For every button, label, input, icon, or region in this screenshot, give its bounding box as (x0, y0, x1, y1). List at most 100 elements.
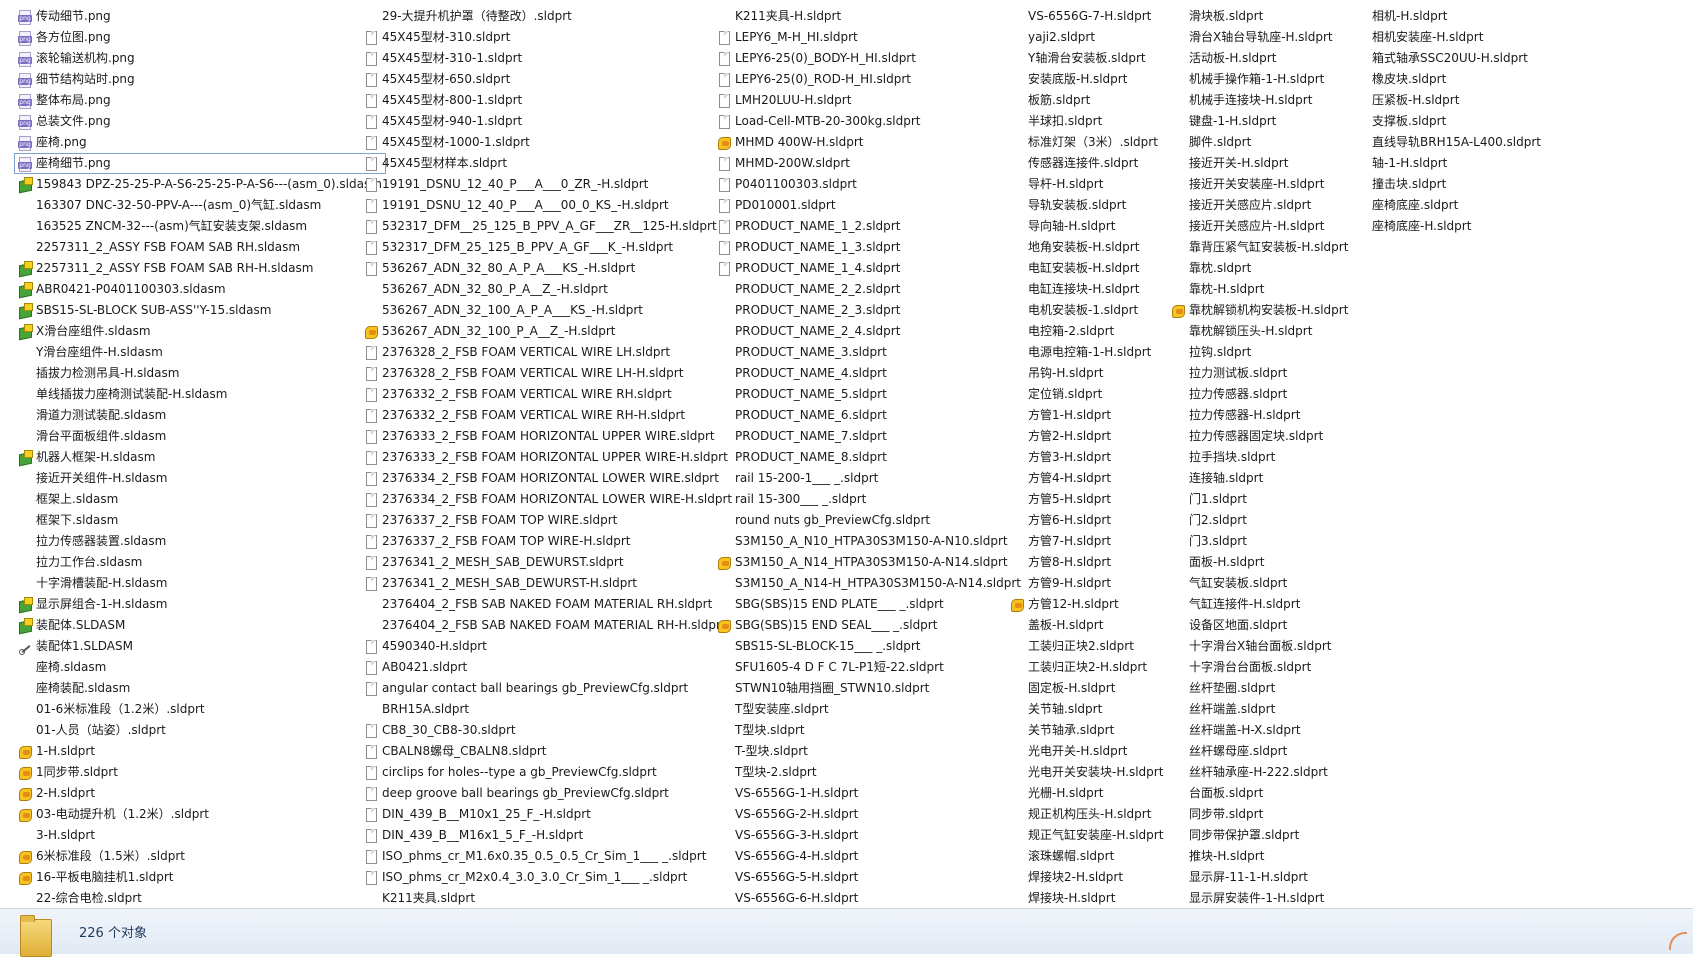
file-item[interactable]: 2257311_2_ASSY FSB FOAM SAB RH-H.sldasm (14, 258, 386, 279)
file-item[interactable]: LEPY6-25(0)_BODY-H_HI.sldprt (713, 48, 1025, 69)
file-item[interactable]: 靠背压紧气缸安装板-H.sldprt (1167, 237, 1352, 258)
file-item[interactable]: K211夹具-H.sldprt (713, 6, 1025, 27)
file-item[interactable]: 相机-H.sldprt (1350, 6, 1545, 27)
file-item[interactable]: VS-6556G-4-H.sldprt (713, 846, 1025, 867)
file-item[interactable]: 撞击块.sldprt (1350, 174, 1545, 195)
file-item[interactable]: PRODUCT_NAME_7.sldprt (713, 426, 1025, 447)
file-item[interactable]: 支撑板.sldprt (1350, 111, 1545, 132)
file-item[interactable]: 框架下.sldasm (14, 510, 386, 531)
file-item[interactable]: CBALN8螺母_CBALN8.sldprt (360, 741, 736, 762)
file-item[interactable]: 十字滑台台面板.sldprt (1167, 657, 1352, 678)
file-item[interactable]: T型安装座.sldprt (713, 699, 1025, 720)
file-item[interactable]: 滚珠螺帽.sldprt (1006, 846, 1167, 867)
file-item[interactable]: 拉力工作台.sldasm (14, 552, 386, 573)
file-item[interactable]: 方管5-H.sldprt (1006, 489, 1167, 510)
file-item[interactable]: 座椅装配.sldasm (14, 678, 386, 699)
file-item[interactable]: 气缸连接件-H.sldprt (1167, 594, 1352, 615)
file-item[interactable]: 台面板.sldprt (1167, 783, 1352, 804)
file-item[interactable]: 半球扣.sldprt (1006, 111, 1167, 132)
file-item[interactable]: 2-H.sldprt (14, 783, 386, 804)
file-item[interactable]: 规正机构压头-H.sldprt (1006, 804, 1167, 825)
file-item[interactable]: VS-6556G-1-H.sldprt (713, 783, 1025, 804)
file-item[interactable]: 拉力传感器固定块.sldprt (1167, 426, 1352, 447)
file-item[interactable]: 方管2-H.sldprt (1006, 426, 1167, 447)
file-item[interactable]: 光栅-H.sldprt (1006, 783, 1167, 804)
file-item[interactable]: 接近开关感应片-H.sldprt (1167, 216, 1352, 237)
file-item[interactable]: 设备区地面.sldprt (1167, 615, 1352, 636)
file-item[interactable]: 门3.sldprt (1167, 531, 1352, 552)
file-item[interactable]: 关节轴.sldprt (1006, 699, 1167, 720)
file-item[interactable]: 同步带.sldprt (1167, 804, 1352, 825)
file-item[interactable]: 机器人框架-H.sldasm (14, 447, 386, 468)
file-item[interactable]: 显示屏-11-1-H.sldprt (1167, 867, 1352, 888)
file-item[interactable]: 536267_ADN_32_80_A_P_A___KS_-H.sldprt (360, 258, 736, 279)
file-item[interactable]: 同步带保护罩.sldprt (1167, 825, 1352, 846)
file-item[interactable]: 拉钩.sldprt (1167, 342, 1352, 363)
file-item[interactable]: 十字滑槽装配-H.sldasm (14, 573, 386, 594)
file-item[interactable]: PRODUCT_NAME_1_4.sldprt (713, 258, 1025, 279)
file-item[interactable]: 2257311_2_ASSY FSB FOAM SAB RH.sldasm (14, 237, 386, 258)
file-item[interactable]: 2376332_2_FSB FOAM VERTICAL WIRE RH-H.sl… (360, 405, 736, 426)
file-item[interactable]: 拉力传感器-H.sldprt (1167, 405, 1352, 426)
file-item[interactable]: 拉手挡块.sldprt (1167, 447, 1352, 468)
file-item[interactable]: 2376334_2_FSB FOAM HORIZONTAL LOWER WIRE… (360, 468, 736, 489)
file-item[interactable]: AB0421.sldprt (360, 657, 736, 678)
file-item[interactable]: 电控箱-2.sldprt (1006, 321, 1167, 342)
file-item[interactable]: angular contact ball bearings gb_Preview… (360, 678, 736, 699)
file-item[interactable]: rail 15-200-1___ _.sldprt (713, 468, 1025, 489)
file-item[interactable]: 装配体.SLDASM (14, 615, 386, 636)
file-item[interactable]: 2376332_2_FSB FOAM VERTICAL WIRE RH.sldp… (360, 384, 736, 405)
file-item[interactable]: 插拔力检测吊具-H.sldasm (14, 363, 386, 384)
file-item[interactable]: 地角安装板-H.sldprt (1006, 237, 1167, 258)
file-item[interactable]: 光电开关-H.sldprt (1006, 741, 1167, 762)
file-item[interactable]: 工装归正块2-H.sldprt (1006, 657, 1167, 678)
file-item[interactable]: 靠枕解锁压头-H.sldprt (1167, 321, 1352, 342)
file-item[interactable]: LEPY6_M-H_HI.sldprt (713, 27, 1025, 48)
file-item[interactable]: PRODUCT_NAME_1_2.sldprt (713, 216, 1025, 237)
file-item[interactable]: PRODUCT_NAME_5.sldprt (713, 384, 1025, 405)
file-item[interactable]: 机械手操作箱-1-H.sldprt (1167, 69, 1352, 90)
file-item[interactable]: 轴-1-H.sldprt (1350, 153, 1545, 174)
file-item[interactable]: DIN_439_B__M16x1_5_F_-H.sldprt (360, 825, 736, 846)
file-item[interactable]: K211夹具.sldprt (360, 888, 736, 908)
file-item[interactable]: Y滑台座组件-H.sldasm (14, 342, 386, 363)
file-item[interactable]: 1-H.sldprt (14, 741, 386, 762)
file-item[interactable]: SBG(SBS)15 END PLATE___ _.sldprt (713, 594, 1025, 615)
file-item[interactable]: MHMD-200W.sldprt (713, 153, 1025, 174)
file-item[interactable]: 吊钩-H.sldprt (1006, 363, 1167, 384)
file-item[interactable]: 536267_ADN_32_100_P_A__Z_-H.sldprt (360, 321, 736, 342)
file-item[interactable]: 靠枕-H.sldprt (1167, 279, 1352, 300)
file-item[interactable]: 4590340-H.sldprt (360, 636, 736, 657)
file-item[interactable]: 脚件.sldprt (1167, 132, 1352, 153)
file-item[interactable]: 滑台X轴台导轨座-H.sldprt (1167, 27, 1352, 48)
file-item[interactable]: 规正气缸安装座-H.sldprt (1006, 825, 1167, 846)
file-item[interactable]: PRODUCT_NAME_1_3.sldprt (713, 237, 1025, 258)
file-item[interactable]: 45X45型材-650.sldprt (360, 69, 736, 90)
file-item[interactable]: ISO_phms_cr_M1.6x0.35_0.5_0.5_Cr_Sim_1__… (360, 846, 736, 867)
file-item[interactable]: ABR0421-P0401100303.sldasm (14, 279, 386, 300)
file-item[interactable]: PRODUCT_NAME_8.sldprt (713, 447, 1025, 468)
file-item[interactable]: 2376333_2_FSB FOAM HORIZONTAL UPPER WIRE… (360, 426, 736, 447)
file-item[interactable]: 2376404_2_FSB SAB NAKED FOAM MATERIAL RH… (360, 615, 736, 636)
file-item[interactable]: 滑块板.sldprt (1167, 6, 1352, 27)
file-item[interactable]: 靠枕解锁机构安装板-H.sldprt (1167, 300, 1352, 321)
file-item[interactable]: 焊接块-H.sldprt (1006, 888, 1167, 908)
file-item[interactable]: STWN10轴用挡圈_STWN10.sldprt (713, 678, 1025, 699)
file-item[interactable]: 推块-H.sldprt (1167, 846, 1352, 867)
file-item[interactable]: yaji2.sldprt (1006, 27, 1167, 48)
file-item[interactable]: 2376337_2_FSB FOAM TOP WIRE-H.sldprt (360, 531, 736, 552)
file-item[interactable]: 机械手连接块-H.sldprt (1167, 90, 1352, 111)
file-item[interactable]: 导向轴-H.sldprt (1006, 216, 1167, 237)
file-item[interactable]: 拉力传感器.sldprt (1167, 384, 1352, 405)
file-item[interactable]: VS-6556G-5-H.sldprt (713, 867, 1025, 888)
file-item[interactable]: 座椅.sldasm (14, 657, 386, 678)
file-item[interactable]: 2376341_2_MESH_SAB_DEWURST-H.sldprt (360, 573, 736, 594)
file-item[interactable]: 接近开关-H.sldprt (1167, 153, 1352, 174)
file-item[interactable]: 细节结构站时.png (14, 69, 386, 90)
file-item[interactable]: 22-综合电检.sldprt (14, 888, 386, 908)
file-item[interactable]: ISO_phms_cr_M2x0.4_3.0_3.0_Cr_Sim_1___ _… (360, 867, 736, 888)
file-item[interactable]: T型块-2.sldprt (713, 762, 1025, 783)
file-item[interactable]: 电源电控箱-1-H.sldprt (1006, 342, 1167, 363)
file-item[interactable]: 面板-H.sldprt (1167, 552, 1352, 573)
file-item[interactable]: 2376341_2_MESH_SAB_DEWURST.sldprt (360, 552, 736, 573)
